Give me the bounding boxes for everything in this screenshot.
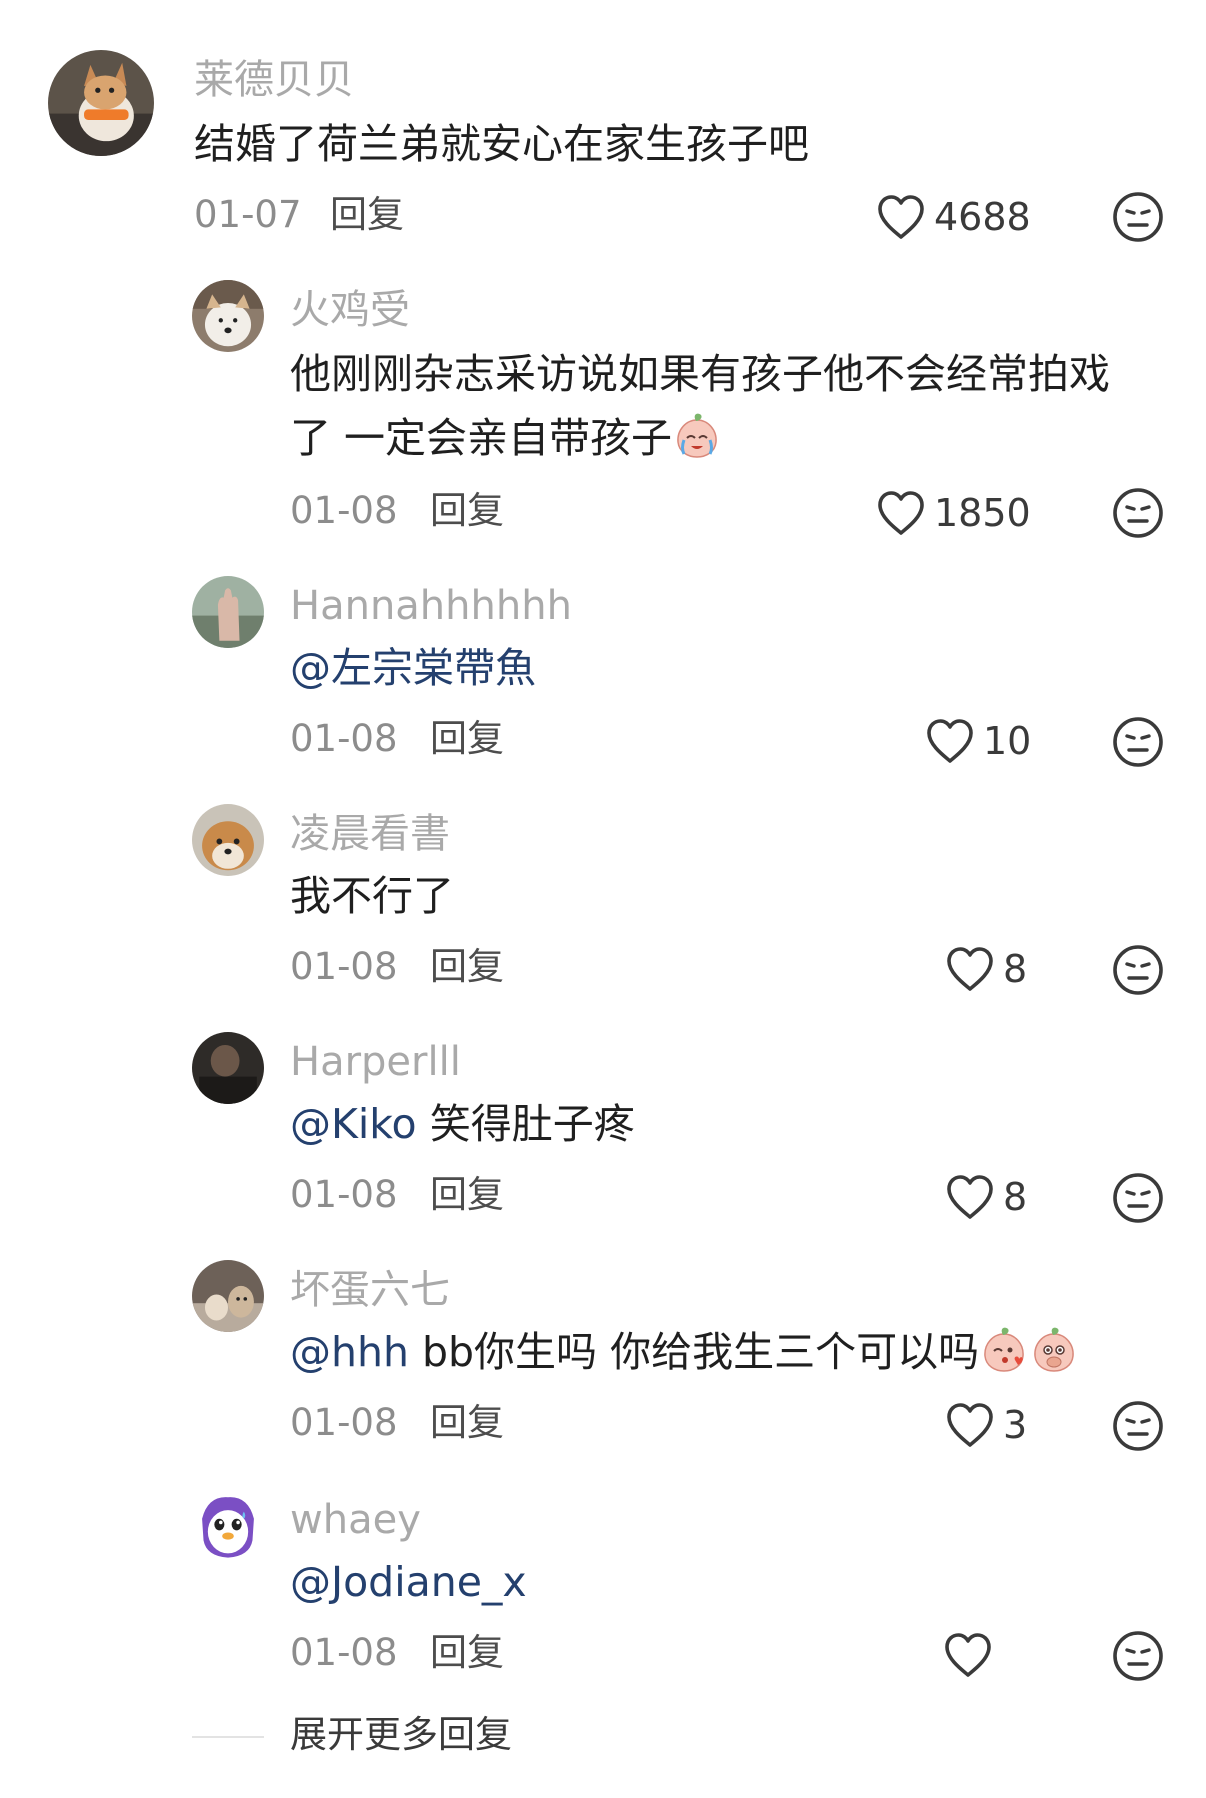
comment-date: 01-07 (194, 193, 302, 236)
like-count: 8 (1003, 1175, 1028, 1219)
comment-date: 01-08 (290, 489, 398, 532)
heart-icon (943, 1632, 993, 1678)
reply-button[interactable]: 回复 (330, 196, 404, 233)
crying-peach-emoji-icon (672, 410, 722, 460)
dislike-button[interactable] (1112, 1172, 1164, 1224)
mention-link[interactable]: @左宗棠帶魚 (290, 636, 536, 700)
comment-text: 笑得肚子疼 (416, 1100, 635, 1148)
shiba-dog-avatar-icon (192, 804, 264, 876)
comment-author[interactable]: 火鸡受 (290, 290, 410, 330)
meh-face-icon (1112, 191, 1164, 243)
avatar[interactable] (192, 1260, 264, 1332)
like-count: 10 (983, 719, 1032, 763)
comment-author[interactable]: 莱德贝贝 (194, 60, 354, 100)
like-button[interactable]: 10 (925, 716, 1031, 766)
comment-text: 了 一定会亲自带孩子 (290, 414, 673, 462)
mention-link[interactable]: @Jodiane_x (290, 1550, 527, 1614)
mention-link[interactable]: @hhh (290, 1328, 409, 1376)
comment-author[interactable]: 凌晨看書 (290, 814, 450, 854)
comment-author[interactable]: Harperlll (290, 1042, 461, 1082)
expand-divider (192, 1736, 264, 1738)
corgi-dog-avatar-icon (48, 50, 154, 156)
reply-button[interactable]: 回复 (430, 492, 504, 529)
dog-avatar-icon (192, 280, 264, 352)
avatar[interactable] (192, 576, 264, 648)
dark-photo-avatar-icon (192, 1032, 264, 1104)
comment-text: 我不行了 (290, 872, 454, 920)
dislike-button[interactable] (1112, 944, 1164, 996)
like-button[interactable]: 8 (945, 1172, 1027, 1222)
comment-date: 01-08 (290, 1173, 398, 1216)
reply-button[interactable]: 回复 (430, 1634, 504, 1671)
like-button[interactable]: 8 (945, 944, 1027, 994)
reply-button[interactable]: 回复 (430, 720, 504, 757)
like-button[interactable]: 4688 (876, 192, 1031, 242)
heart-icon (925, 718, 975, 764)
comment-author[interactable]: whaey (290, 1500, 421, 1540)
comment-author[interactable]: 坏蛋六七 (290, 1270, 450, 1310)
avatar[interactable] (192, 1490, 264, 1562)
meh-face-icon (1112, 716, 1164, 768)
like-count: 3 (1003, 1403, 1028, 1447)
meh-face-icon (1112, 1630, 1164, 1682)
heart-icon (876, 194, 926, 240)
comment-author[interactable]: Hannahhhhhh (290, 586, 572, 626)
avatar[interactable] (192, 804, 264, 876)
shy-peach-emoji-icon (1029, 1324, 1079, 1374)
reply-button[interactable]: 回复 (430, 1176, 504, 1213)
heart-icon (945, 946, 995, 992)
comment-text: bb你生吗 你给我生三个可以吗 (408, 1328, 980, 1376)
comment-date: 01-08 (290, 945, 398, 988)
comment-date: 01-08 (290, 1401, 398, 1444)
like-button[interactable]: 3 (945, 1400, 1027, 1450)
like-count: 4688 (934, 195, 1031, 239)
reply-button[interactable]: 回复 (430, 948, 504, 985)
dislike-button[interactable] (1112, 1630, 1164, 1682)
like-count: 8 (1003, 947, 1028, 991)
comment-text-line2: 了 一定会亲自带孩子 (290, 406, 722, 470)
meh-face-icon (1112, 944, 1164, 996)
expand-more-replies-button[interactable]: 展开更多回复 (290, 1716, 512, 1753)
dislike-button[interactable] (1112, 716, 1164, 768)
avatar[interactable] (192, 1032, 264, 1104)
hand-sky-avatar-icon (192, 576, 264, 648)
dislike-button[interactable] (1112, 487, 1164, 539)
meh-face-icon (1112, 487, 1164, 539)
mention-link[interactable]: @Kiko (290, 1100, 417, 1148)
comment-text-line: @Kiko 笑得肚子疼 (290, 1092, 635, 1156)
comment-text: 结婚了荷兰弟就安心在家生孩子吧 (194, 120, 809, 168)
like-button[interactable] (943, 1630, 1001, 1680)
kissing-peach-emoji-icon (979, 1324, 1029, 1374)
meh-face-icon (1112, 1172, 1164, 1224)
heart-icon (945, 1402, 995, 1448)
reply-button[interactable]: 回复 (430, 1404, 504, 1441)
like-count: 1850 (934, 491, 1031, 535)
purple-penguin-avatar-icon (192, 1490, 264, 1562)
avatar[interactable] (48, 50, 154, 156)
heart-icon (945, 1174, 995, 1220)
comment-text-line1: 他刚刚杂志采访说如果有孩子他不会经常拍戏 (290, 350, 1110, 398)
comment-text-line: @hhh bb你生吗 你给我生三个可以吗 (290, 1320, 1079, 1384)
heart-icon (876, 490, 926, 536)
avatar[interactable] (192, 280, 264, 352)
dislike-button[interactable] (1112, 1400, 1164, 1452)
meh-face-icon (1112, 1400, 1164, 1452)
dislike-button[interactable] (1112, 191, 1164, 243)
like-button[interactable]: 1850 (876, 488, 1031, 538)
comment-date: 01-08 (290, 1631, 398, 1674)
comment-date: 01-08 (290, 717, 398, 760)
cats-avatar-icon (192, 1260, 264, 1332)
